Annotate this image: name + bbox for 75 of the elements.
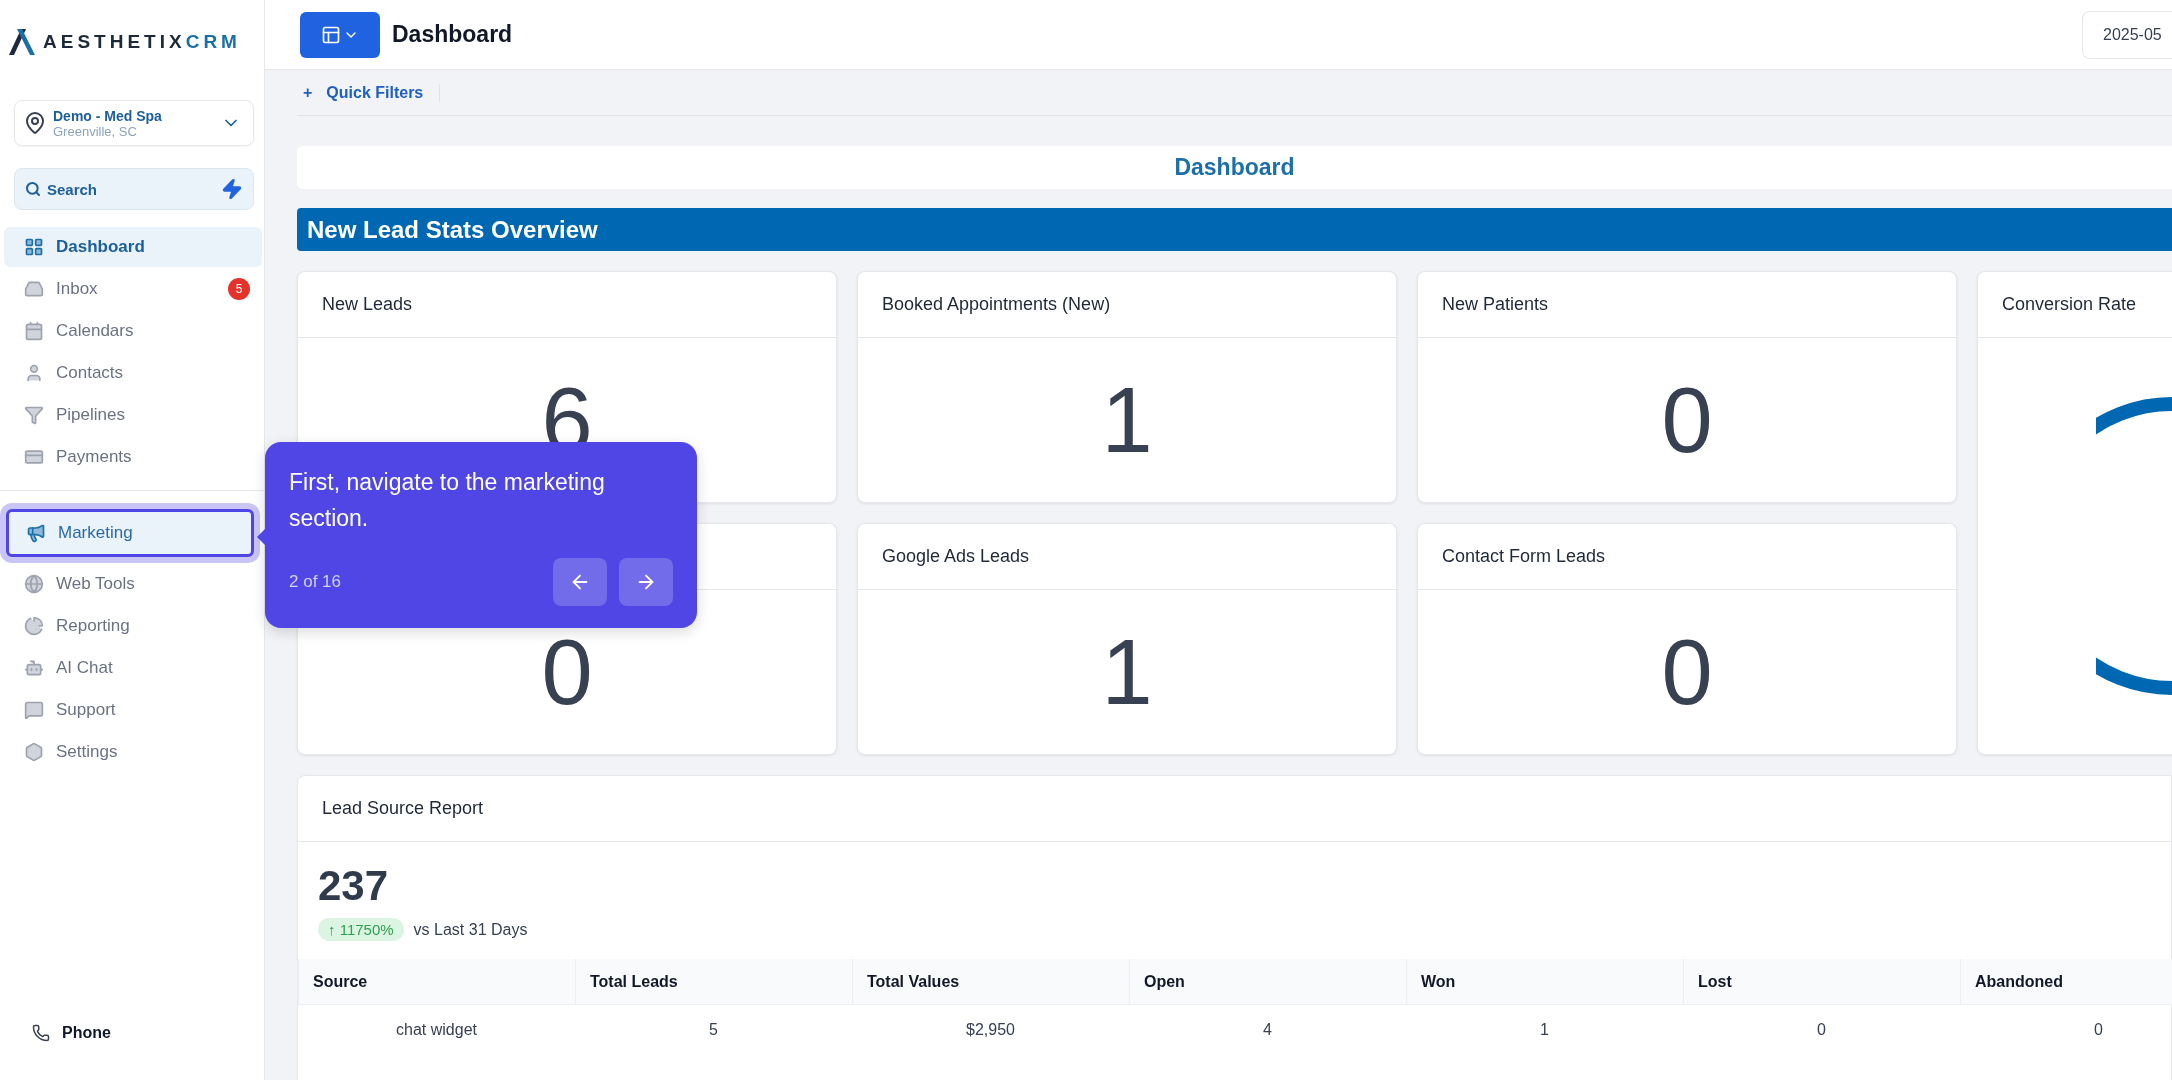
change-badge: ↑ 11750% [318,918,404,941]
table-cell-text: 4 [1262,1020,1273,1040]
table-cell-text: 5 [708,1020,719,1040]
date-field[interactable]: 2025-05 [2082,10,2172,59]
pie-chart-icon [24,616,44,636]
chat-bubble-icon [24,700,44,720]
card-title: Conversion Rate [2002,294,2137,315]
layout-switch-button[interactable] [300,11,380,58]
dashboard-heading: Dashboard [297,146,2172,189]
search-field[interactable]: Search [14,168,254,210]
card-title: New Patients [1442,294,1549,315]
back-button[interactable] [553,558,607,606]
card-icon [24,447,44,467]
hexagon-icon [24,742,44,762]
stat-value: 0 [541,626,593,718]
phone-icon [32,1024,50,1042]
lightning-icon [221,178,243,200]
total-value: 237 [317,861,390,910]
column-header: Total Values [852,959,1129,1005]
nav-item[interactable]: Dashboard [4,227,262,267]
section-header: New Lead Stats Overview [297,208,2172,251]
column-header: Open [1129,959,1406,1005]
logo-text: AESTHETIX CRM [43,31,241,53]
calendar-icon [24,321,44,341]
column-header: Abandoned [1960,959,2172,1005]
card-title: Booked Appointments (New) [882,294,1111,315]
count-badge: 5 [228,278,250,300]
card-title: Google Ads Leads [882,546,1030,567]
card-title: Lead Source Report [322,798,484,819]
robot-icon [24,658,44,678]
table-cell-text: $2,950 [965,1020,1016,1040]
table-cell-text: 0 [1816,1020,1827,1040]
nav-item[interactable]: Calendars [4,311,262,351]
location-place: Greenville, SC [53,123,137,139]
nav-item[interactable]: Pipelines [4,395,262,435]
column-header: Source [298,959,575,1005]
quick-filters-button[interactable]: + Quick Filters [297,83,441,102]
column-header: Won [1406,959,1683,1005]
map-pin-icon [23,111,47,135]
table-cell-text: 1 [1539,1020,1550,1040]
funnel-icon [24,405,44,425]
nav-item[interactable]: AI Chat [4,648,262,688]
stat-value: 0 [1661,626,1713,718]
stat-value: 1 [1101,626,1153,718]
next-button[interactable] [619,558,673,606]
nav-item[interactable]: Settings [4,732,262,772]
column-header: Lost [1683,959,1960,1005]
tour-text: First, navigate to the marketing section. [289,468,606,533]
globe-icon [24,574,44,594]
nav-item[interactable]: Reporting [4,606,262,646]
nav-item[interactable]: Web Tools [4,564,262,604]
stat-value: 0 [1661,374,1713,466]
stat-value: 1 [1101,374,1153,466]
phone-link[interactable]: Phone [62,1024,111,1042]
location-name: Demo - Med Spa [53,107,163,124]
location-selector[interactable]: Demo - Med Spa Greenville, SC [14,100,254,146]
search-icon [25,181,41,197]
table-cell-text: chat widget [395,1020,478,1040]
nav-item[interactable]: Payments [4,437,262,477]
column-header: Total Leads [575,959,852,1005]
inbox-icon [24,279,44,299]
person-icon [24,363,44,383]
card-title: New Leads [322,294,413,315]
layout-icon [321,24,341,45]
table-cell-text: 0 [2093,1020,2104,1040]
nav-item[interactable]: Contacts [4,353,262,393]
megaphone-icon [26,523,46,543]
logo-icon [7,27,38,57]
page-title: Dashboard [392,21,514,48]
grid-icon [24,237,44,257]
step-counter: 2 of 16 [289,572,342,592]
card-title: Contact Form Leads [1442,546,1606,567]
comparison-text: vs Last 31 Days [413,920,528,939]
nav-item[interactable]: Support [4,690,262,730]
nav-item[interactable]: Inbox 5 [4,269,262,309]
